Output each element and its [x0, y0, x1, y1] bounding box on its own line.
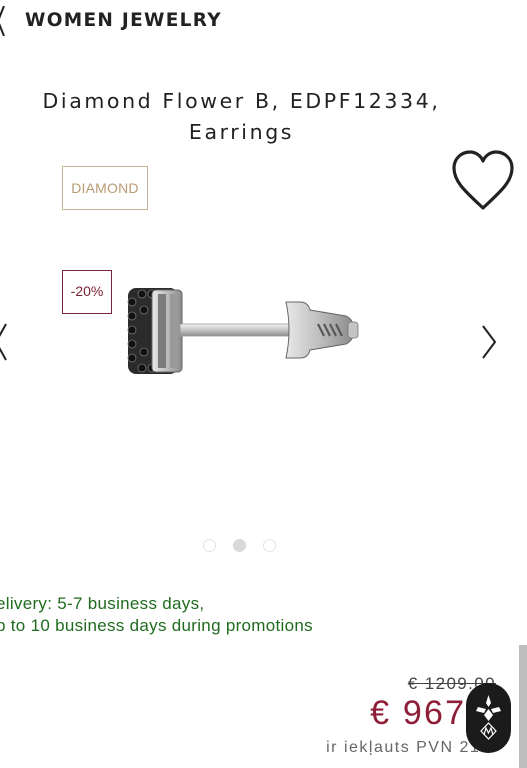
back-icon[interactable]	[0, 6, 6, 36]
delivery-time: 5-7 business days,	[57, 594, 205, 613]
discount-badge: -20%	[62, 270, 112, 314]
previous-image-icon[interactable]	[0, 322, 8, 362]
product-title-line-1: Diamond Flower B, EDPF12334,	[42, 89, 441, 113]
next-image-icon[interactable]	[476, 320, 502, 364]
delivery-info: elivery: 5-7 business days, p to 10 busi…	[0, 593, 313, 637]
carousel-dot-2[interactable]	[233, 539, 246, 552]
category-title: WOMEN JEWELRY	[25, 10, 222, 31]
product-title: Diamond Flower B, EDPF12334, Earrings	[0, 86, 483, 148]
delivery-promo-note: p to 10 business days during promotions	[0, 616, 313, 635]
carousel-pagination	[203, 539, 283, 555]
carousel-dot-1[interactable]	[203, 539, 216, 552]
scrollbar[interactable]	[519, 645, 527, 768]
carousel-dot-3[interactable]	[263, 539, 276, 552]
delivery-label: elivery:	[0, 594, 58, 613]
product-image	[127, 288, 359, 374]
brand-logo-icon	[476, 695, 501, 740]
top-bar: WOMEN JEWELRY	[0, 0, 527, 44]
product-title-line-2: Earrings	[188, 120, 295, 144]
material-badge: DIAMOND	[62, 166, 148, 210]
wishlist-heart-icon[interactable]	[448, 146, 518, 216]
chat-widget-button[interactable]	[466, 683, 511, 753]
